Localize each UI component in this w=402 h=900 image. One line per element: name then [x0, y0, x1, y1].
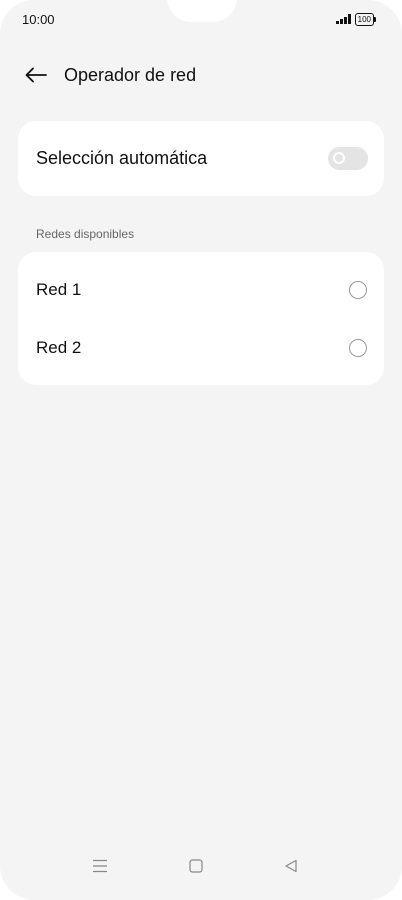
toggle-off-icon: [333, 152, 345, 164]
battery-icon: 100: [354, 12, 377, 26]
auto-selection-card: Selección automática: [18, 121, 384, 196]
radio-button[interactable]: [349, 339, 367, 357]
home-button[interactable]: [186, 856, 206, 876]
navigation-bar: [0, 840, 402, 900]
status-bar: 10:00 100: [22, 10, 377, 28]
menu-icon: [93, 859, 107, 873]
network-item-red-1[interactable]: Red 1: [18, 261, 384, 319]
signal-icon: [336, 14, 351, 24]
page-title: Operador de red: [64, 64, 197, 85]
networks-card: Red 1 Red 2: [18, 252, 384, 385]
back-button[interactable]: [24, 63, 48, 87]
auto-selection-toggle[interactable]: [328, 147, 368, 170]
auto-selection-row[interactable]: Selección automática: [18, 121, 384, 196]
auto-selection-label: Selección automática: [36, 148, 208, 168]
home-square-icon: [189, 859, 203, 873]
network-item-red-2[interactable]: Red 2: [18, 319, 384, 377]
network-label: Red 1: [36, 280, 82, 299]
header: Operador de red: [24, 60, 378, 90]
radio-button[interactable]: [349, 281, 367, 299]
battery-level: 100: [357, 14, 371, 24]
back-triangle-icon: [285, 859, 297, 873]
back-nav-button[interactable]: [281, 856, 301, 876]
status-indicators: 100: [336, 12, 377, 26]
arrow-left-icon: [25, 67, 47, 83]
phone-screen: 10:00 100 Operador de red Selección auto…: [0, 0, 402, 900]
status-time: 10:00: [22, 11, 55, 27]
network-label: Red 2: [36, 338, 82, 357]
menu-button[interactable]: [90, 856, 110, 876]
section-title-networks: Redes disponibles: [36, 227, 135, 241]
